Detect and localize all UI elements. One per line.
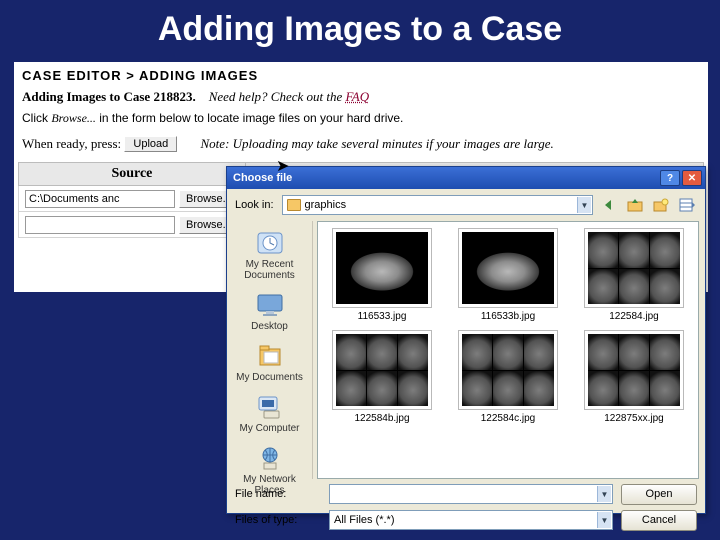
mydocs-icon [254, 342, 286, 370]
thumbnail-label: 122584b.jpg [354, 413, 409, 424]
new-folder-icon[interactable] [651, 195, 671, 215]
look-in-row: Look in: graphics ▼ [227, 189, 705, 221]
close-button[interactable]: ✕ [682, 170, 702, 186]
thumbnail-label: 122584c.jpg [481, 413, 536, 424]
upload-button[interactable]: Upload [124, 136, 177, 152]
faq-link[interactable]: FAQ [346, 89, 370, 104]
places-mydocs[interactable]: My Documents [227, 338, 312, 387]
upload-note: Note: Uploading may take several minutes… [201, 136, 554, 151]
filetype-label: Files of type: [235, 514, 321, 526]
thumbnail-label: 116533b.jpg [481, 311, 535, 322]
thumbnail-image [584, 330, 684, 410]
views-icon[interactable] [677, 195, 697, 215]
folder-icon [287, 199, 301, 211]
dialog-title: Choose file [233, 172, 292, 184]
file-thumb[interactable]: 116533b.jpg [450, 228, 566, 322]
back-icon[interactable] [599, 195, 619, 215]
filetype-value: All Files (*.*) [334, 514, 395, 526]
places-label: My Documents [236, 372, 303, 383]
filename-input[interactable]: ▼ [329, 484, 613, 504]
thumbnail-image [332, 228, 432, 308]
desktop-icon [254, 291, 286, 319]
places-desktop[interactable]: Desktop [227, 287, 312, 336]
thumbnail-label: 122584.jpg [609, 311, 659, 322]
places-mycomputer[interactable]: My Computer [227, 389, 312, 438]
mycomputer-icon [254, 393, 286, 421]
thumbnail-label: 116533.jpg [358, 311, 407, 322]
chevron-down-icon[interactable]: ▼ [577, 197, 591, 213]
look-in-value: graphics [305, 199, 347, 211]
instruction-browse-word: Browse... [51, 111, 96, 125]
dialog-bottom: File name: ▼ Open Files of type: All Fil… [227, 479, 705, 539]
file-dialog: Choose file ? ✕ Look in: graphics ▼ [226, 166, 706, 514]
subtitle-strong: Adding Images to Case 218823. [22, 89, 196, 104]
chevron-down-icon[interactable]: ▼ [597, 512, 611, 528]
file-path-input[interactable] [25, 216, 175, 234]
slide-title: Adding Images to a Case [0, 0, 720, 55]
places-label: My Computer [239, 423, 299, 434]
instruction-pre: Click [22, 111, 51, 125]
subtitle-help: Need help? Check out the [209, 89, 343, 104]
file-thumb[interactable]: 122875xx.jpg [576, 330, 692, 424]
file-list[interactable]: 116533.jpg 116533b.jpg 122584.jpg 122584b.j… [317, 221, 699, 479]
thumbnail-image [458, 330, 558, 410]
thumbnail-label: 122875xx.jpg [604, 413, 664, 424]
thumbnail-image [458, 228, 558, 308]
instruction-row: Click Browse... in the form below to loc… [14, 111, 708, 136]
instruction-post: in the form below to locate image files … [96, 111, 404, 125]
filename-label: File name: [235, 488, 321, 500]
places-label: Desktop [251, 321, 288, 332]
recent-icon [254, 229, 286, 257]
subtitle-row: Adding Images to Case 218823. Need help?… [14, 87, 708, 111]
file-path-input[interactable] [25, 190, 175, 208]
breadcrumb: CASE EDITOR > ADDING IMAGES [14, 62, 708, 87]
file-thumb[interactable]: 122584c.jpg [450, 330, 566, 424]
help-button[interactable]: ? [660, 170, 680, 186]
open-button[interactable]: Open [621, 484, 697, 505]
ready-label: When ready, press: [22, 136, 121, 151]
file-thumb[interactable]: 116533.jpg [324, 228, 440, 322]
places-label: My Recent Documents [229, 259, 310, 281]
thumbnail-image [584, 228, 684, 308]
look-in-label: Look in: [235, 199, 276, 211]
network-icon [254, 444, 286, 472]
thumbnail-image [332, 330, 432, 410]
filetype-combo[interactable]: All Files (*.*) ▼ [329, 510, 613, 530]
look-in-combo[interactable]: graphics ▼ [282, 195, 593, 215]
file-thumb[interactable]: 122584.jpg [576, 228, 692, 322]
cancel-button[interactable]: Cancel [621, 510, 697, 531]
dialog-titlebar[interactable]: Choose file ? ✕ [227, 167, 705, 189]
col-source: Source [19, 163, 246, 186]
ready-row: When ready, press: Upload Note: Uploadin… [14, 136, 708, 162]
file-thumb[interactable]: 122584b.jpg [324, 330, 440, 424]
up-one-level-icon[interactable] [625, 195, 645, 215]
places-bar: My Recent Documents Desktop My Documents… [227, 221, 313, 479]
chevron-down-icon[interactable]: ▼ [597, 486, 611, 502]
places-recent[interactable]: My Recent Documents [227, 225, 312, 285]
